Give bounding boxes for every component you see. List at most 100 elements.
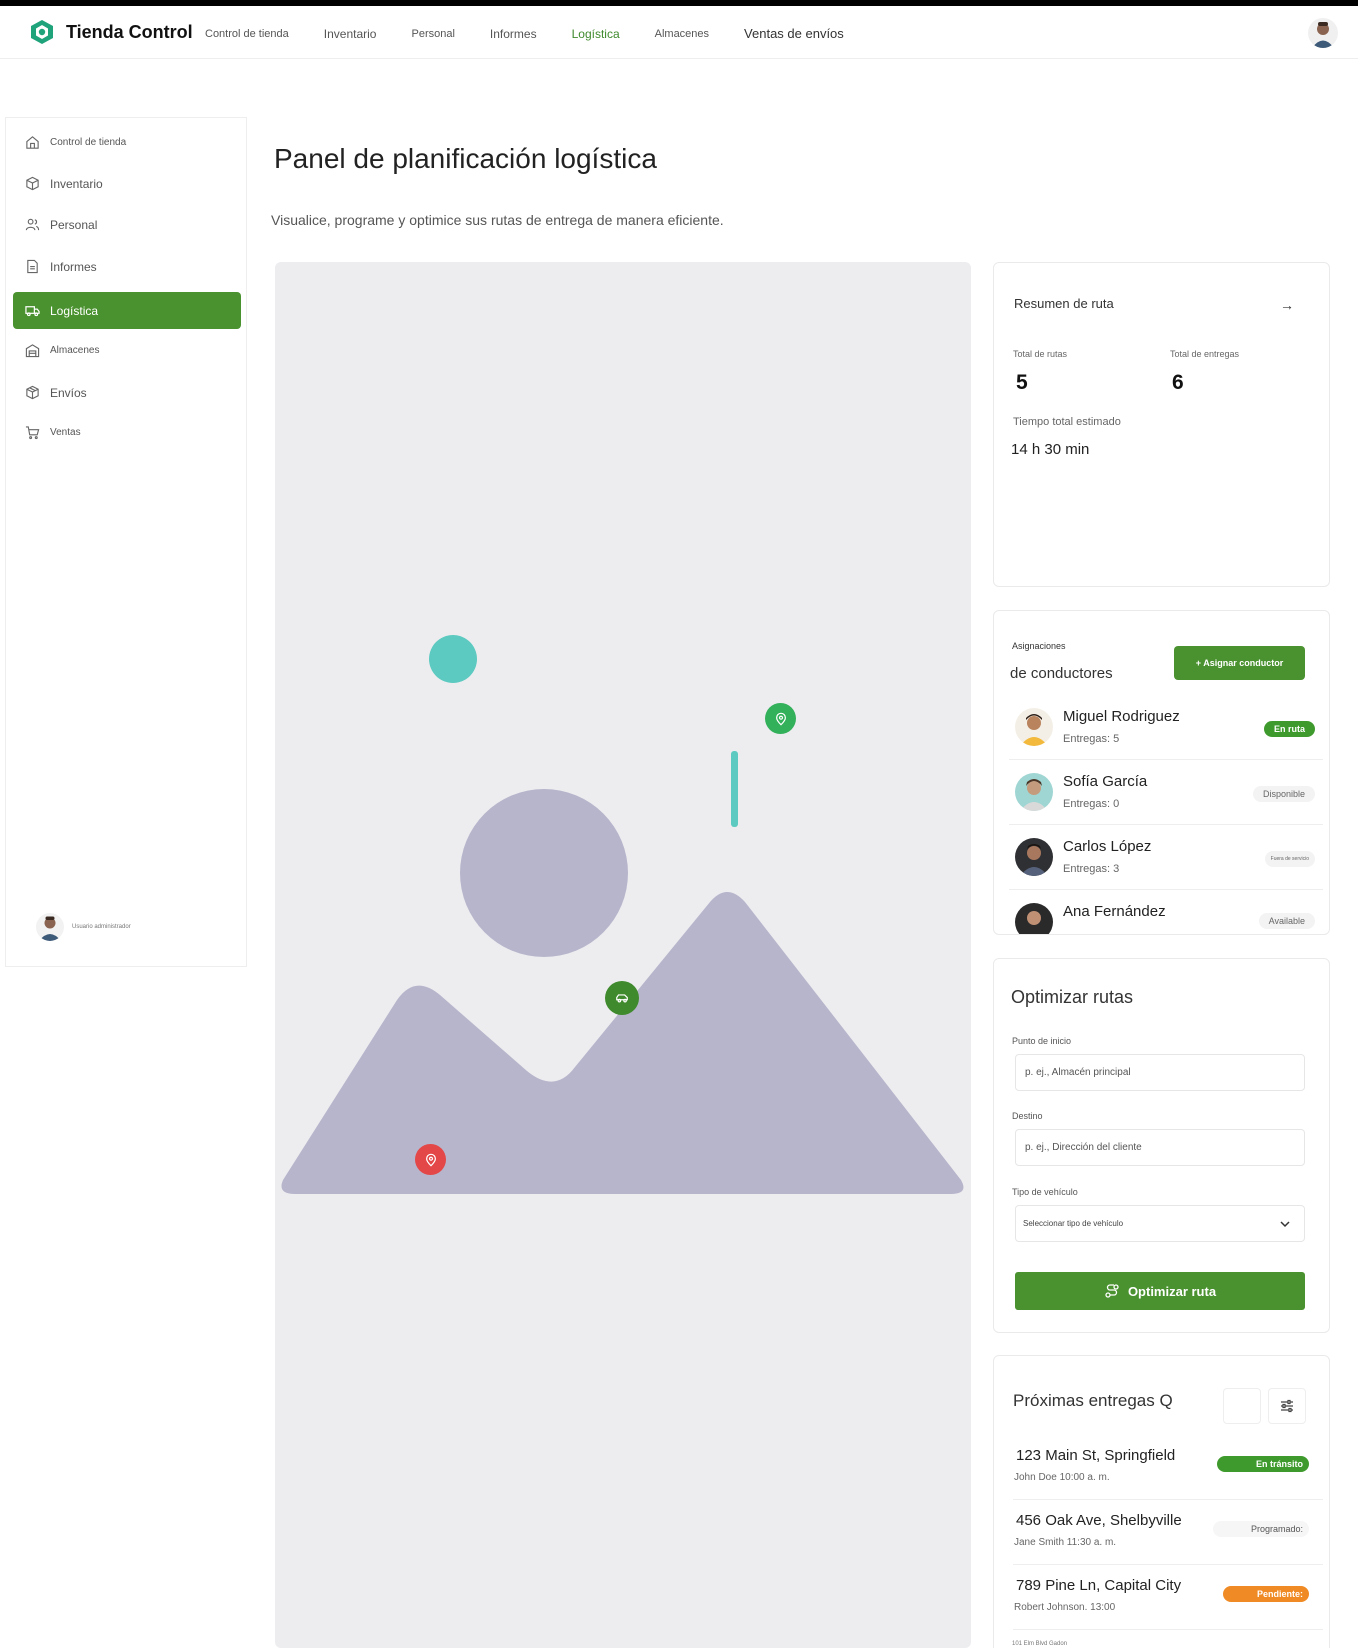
optimize-route-button-label: Optimizar ruta [1127,1283,1217,1299]
driver-row[interactable]: Carlos López Entregas: 3 Fuera de servic… [1009,826,1323,890]
upcoming-title: Próximas entregas Q [1013,1391,1173,1410]
vehicle-type-select[interactable]: Seleccionar tipo de vehículo [1015,1205,1305,1242]
package-icon [26,385,39,400]
sidebar-item-inventario[interactable]: Inventario [13,165,241,202]
total-routes-label: Total de rutas [1013,349,1068,359]
box-icon [26,176,39,191]
map-pin-red[interactable] [415,1144,446,1175]
assignments-title: Asignaciones [1012,641,1066,651]
sidebar-item-label: Inventario [50,176,103,191]
search-toggle[interactable] [1223,1388,1261,1424]
topnav-inventario[interactable]: Inventario [324,27,377,41]
optimize-route-button[interactable]: Optimizar ruta [1015,1272,1305,1310]
avatar [1015,773,1053,811]
delivery-row[interactable]: 789 Pine Ln, Capital City Robert Johnson… [1013,1566,1323,1630]
sliders-icon [1281,1399,1293,1413]
user-avatar[interactable] [1308,18,1338,48]
start-point-input[interactable] [1015,1054,1305,1091]
sidebar-item-control-de-tienda[interactable]: Control de tienda [13,124,241,161]
user-avatar-icon [36,913,64,941]
topnav-ventas-de-envios[interactable]: Ventas de envíos [744,26,844,41]
delivery-meta: John Doe 10:00 a. m. [1014,1472,1110,1483]
route-summary-title: Resumen de ruta [1014,296,1114,311]
sidebar-item-logistica[interactable]: Logística [13,292,241,329]
destination-label: Destino [1012,1111,1043,1121]
avatar [1015,903,1053,934]
sidebar-item-envios[interactable]: Envíos [13,374,241,411]
status-badge: Programado: [1213,1521,1309,1537]
optimize-title: Optimizar rutas [1011,987,1134,1007]
delivery-row[interactable]: 456 Oak Ave, Shelbyville Jane Smith 11:3… [1013,1501,1323,1565]
sidebar-user[interactable]: Usuario administrador [36,913,131,941]
driver-name: Carlos López [1063,838,1152,855]
topnav-almacenes[interactable]: Almacenes [655,28,709,40]
hexagon-logo-icon [31,20,53,44]
avatar [1015,708,1053,746]
user-avatar-icon [1308,18,1338,48]
assign-driver-button[interactable]: + Asignar conductor [1174,646,1305,680]
driver-avatar-icon [1015,708,1053,746]
sidebar: Control de tienda Inventario Personal In… [5,117,247,967]
topnav-control-de-tienda[interactable]: Control de tienda [205,28,289,40]
driver-deliveries: Entregas: 3 [1063,863,1120,875]
driver-avatar-icon [1015,773,1053,811]
topnav-informes[interactable]: Informes [490,27,537,41]
total-deliveries-value: 6 [1172,371,1184,394]
topnav-logistica[interactable]: Logística [572,27,620,41]
sidebar-item-label: Informes [50,259,97,274]
location-pin-icon [425,1153,436,1167]
start-point-label: Punto de inicio [1012,1036,1072,1046]
filter-button[interactable] [1268,1388,1306,1424]
truck-icon [25,306,40,317]
driver-row[interactable]: Ana Fernández Available [1009,891,1323,934]
arrow-right-icon[interactable]: → [1280,297,1294,313]
delivery-address-partial: 101 Elm Blvd Gadon [1012,1641,1068,1647]
status-badge: Fuera de servicio [1264,851,1315,867]
location-pin-icon [775,712,786,726]
app-name: Tienda Control [66,21,193,42]
total-routes-value: 5 [1016,371,1028,394]
estimated-time-value: 14 h 30 min [1011,441,1090,458]
driver-deliveries: Entregas: 0 [1063,798,1120,810]
sidebar-item-label: Envíos [50,385,87,400]
status-badge: Disponible [1252,786,1315,802]
driver-row[interactable]: Sofía García Entregas: 0 Disponible [1009,761,1323,825]
driver-row[interactable]: Miguel Rodriguez Entregas: 5 En ruta [1009,696,1323,760]
status-badge: Available [1258,913,1315,929]
assignments-title-line2: de conductores [1010,665,1113,682]
sidebar-item-ventas[interactable]: Ventas [13,414,241,451]
delivery-row[interactable]: 123 Main St, Springfield John Doe 10:00 … [1013,1436,1323,1500]
warehouse-icon [25,344,40,358]
delivery-address: 789 Pine Ln, Capital City [1016,1577,1182,1594]
sidebar-item-label: Personal [50,217,98,232]
topnav-personal[interactable]: Personal [411,28,454,40]
status-badge: Pendiente: [1223,1586,1309,1602]
vehicle-type-label: Tipo de vehículo [1012,1187,1078,1197]
delivery-meta: Jane Smith 11:30 a. m. [1014,1537,1117,1548]
map-vehicle-marker[interactable] [605,981,639,1015]
page-title: Panel de planificación logística [274,143,657,174]
map-pin-green[interactable] [765,703,796,734]
page-subtitle: Visualice, programe y optimice sus rutas… [271,212,724,228]
sidebar-item-personal[interactable]: Personal [13,206,241,243]
driver-avatar-icon [1015,838,1053,876]
route-map[interactable] [275,262,971,1648]
driver-name: Miguel Rodriguez [1063,708,1180,725]
route-icon [1105,1284,1119,1298]
upcoming-deliveries-card: Próximas entregas Q 123 Main St, Springf… [993,1355,1330,1648]
brand[interactable]: Tienda Control [28,18,193,46]
delivery-meta: Robert Johnson. 13:00 [1014,1602,1116,1613]
status-badge: En tránsito [1217,1456,1309,1472]
vehicle-type-placeholder: Seleccionar tipo de vehículo [1023,1219,1124,1228]
delivery-address: 456 Oak Ave, Shelbyville [1016,1512,1182,1529]
chevron-down-icon [1280,1221,1290,1228]
driver-avatar-icon [1015,903,1053,934]
total-deliveries-label: Total de entregas [1170,349,1240,359]
driver-deliveries: Entregas: 5 [1063,733,1120,745]
top-nav: Control de tienda Inventario Personal In… [205,26,879,41]
sidebar-item-almacenes[interactable]: Almacenes [13,332,241,369]
sidebar-item-informes[interactable]: Informes [13,248,241,285]
destination-input[interactable] [1015,1129,1305,1166]
car-icon [616,994,628,1003]
users-icon [25,218,40,231]
